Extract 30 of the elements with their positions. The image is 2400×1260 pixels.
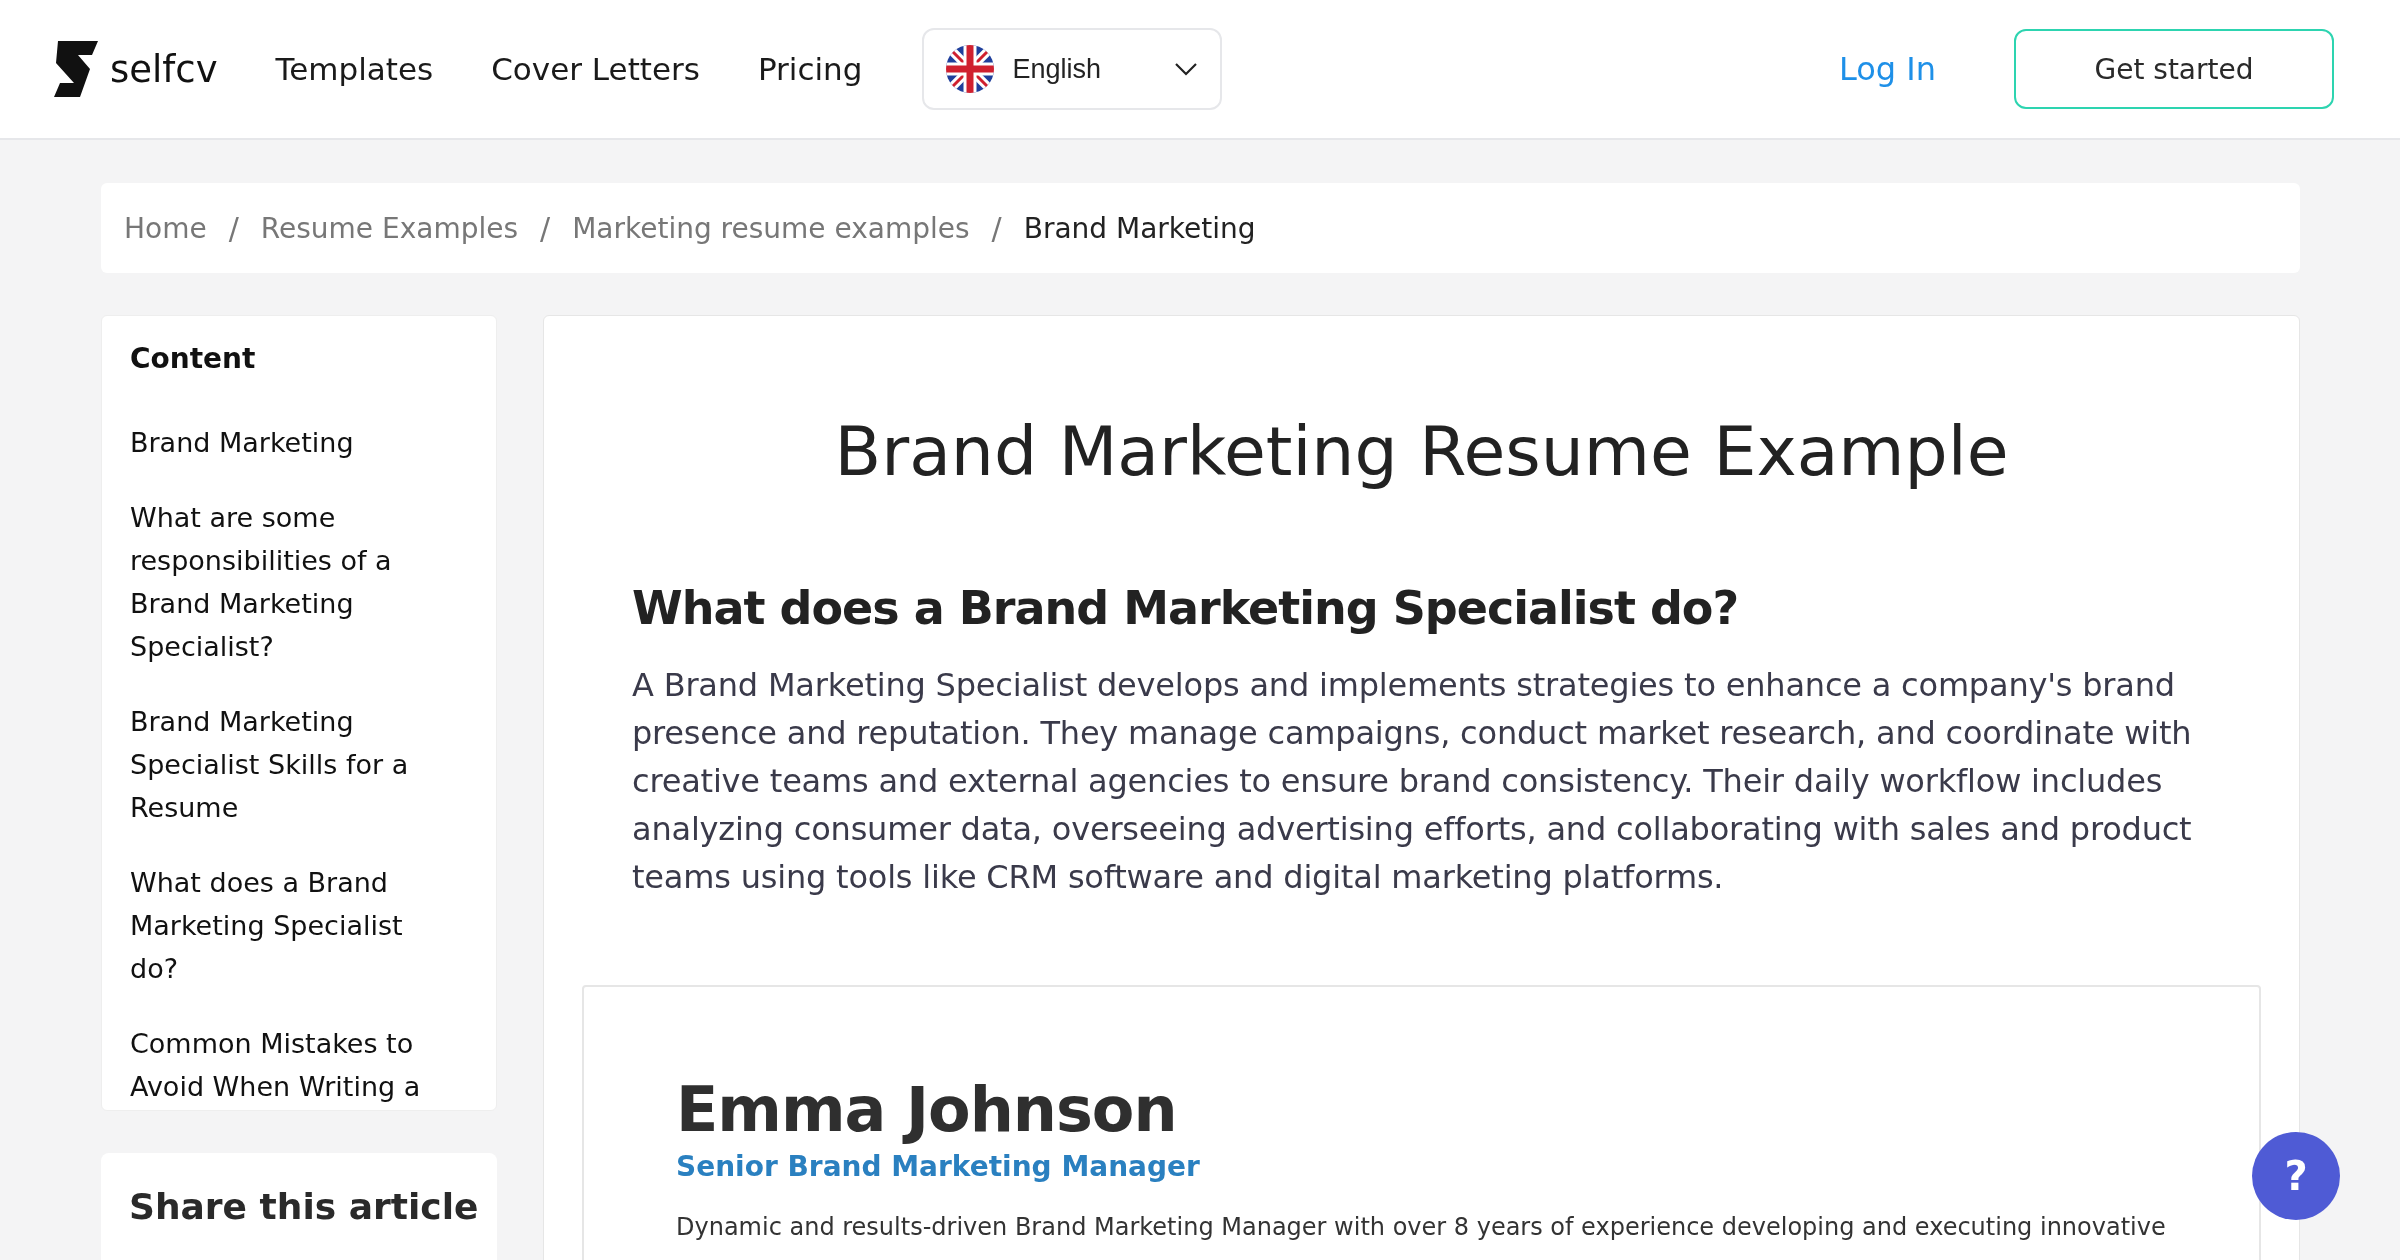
contents-link[interactable]: Common Mistakes to Avoid When Writing a — [130, 1022, 456, 1108]
chevron-down-icon — [1174, 62, 1199, 76]
breadcrumb-link[interactable]: Home — [124, 211, 207, 245]
breadcrumb-link[interactable]: Brand Marketing — [1023, 211, 1256, 245]
language-dropdown[interactable]: English — [922, 28, 1223, 110]
breadcrumb-link[interactable]: Resume Examples — [260, 211, 519, 245]
section-heading: What does a Brand Marketing Specialist do? — [632, 581, 1740, 635]
share-title: Share this article — [129, 1185, 480, 1229]
breadcrumb-separator: / — [540, 210, 551, 246]
logo-icon[interactable] — [52, 41, 100, 97]
contents-link[interactable]: What does a Brand Marketing Specialist do? — [130, 861, 456, 990]
uk-flag-icon — [946, 45, 995, 93]
contents-link[interactable]: Brand Marketing Specialist Skills for a Resume — [130, 700, 456, 829]
contents-link[interactable]: What are some responsibilities of a Brand Marketing Specialist? — [130, 496, 456, 668]
breadcrumb-separator: / — [228, 210, 239, 246]
resume-role: Senior Brand Marketing Manager — [676, 1150, 1201, 1183]
breadcrumb-link[interactable]: Marketing resume examples — [572, 211, 970, 245]
article-paragraph: A Brand Marketing Specialist develops and implements strategies to enhance a company's brand presence and reputation. They manage campaigns, conduct market research, and coordinate with creative teams and external agencies to ensure brand consistency. Their daily workflow includes analyzing consumer data, overseeing advertising efforts, and collaborating with sales and product teams using tools like CRM software and digital marketing platforms. — [632, 665, 2193, 898]
nav-link[interactable]: Templates — [275, 51, 434, 87]
nav-link[interactable]: Pricing — [757, 51, 863, 87]
help-button[interactable]: ? — [2252, 1132, 2340, 1220]
breadcrumb-separator: / — [991, 210, 1002, 246]
contents-title: Content — [130, 342, 257, 375]
resume-name: Emma Johnson — [676, 1073, 1178, 1146]
nav-link[interactable]: Cover Letters — [491, 51, 700, 87]
get-started-button[interactable]: Get started — [2014, 29, 2334, 109]
resume-summary: Dynamic and results-driven Brand Marketing Manager with over 8 years of experience developing and executing innovative — [676, 1213, 2167, 1241]
logo-text[interactable]: selfcv — [110, 47, 218, 91]
article-title: Brand Marketing Resume Example — [833, 412, 2010, 491]
contents-link[interactable]: Brand Marketing — [130, 421, 456, 464]
